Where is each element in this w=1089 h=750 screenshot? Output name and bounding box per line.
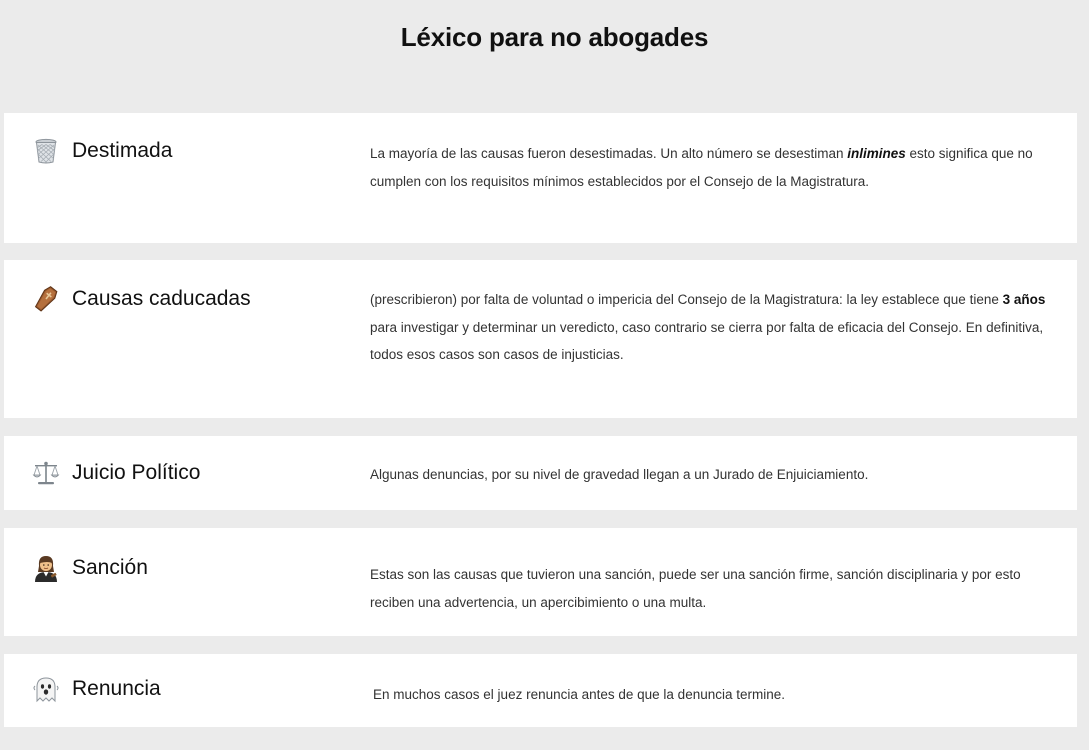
wastebasket-icon (32, 137, 60, 165)
description-text: La mayoría de las causas fueron desestim… (370, 146, 848, 161)
term-description: Algunas denuncias, por su nivel de grave… (370, 461, 1050, 489)
emphasized-term: 3 años (1002, 292, 1046, 307)
description-text: Estas son las causas que tuvieron una sa… (370, 567, 1021, 610)
term-heading: Sanción (32, 554, 148, 582)
term-heading: Destimada (32, 137, 172, 165)
description-text: (prescribieron) por falta de voluntad o … (370, 292, 1003, 307)
ghost-icon (32, 675, 60, 703)
description-text: Algunas denuncias, por su nivel de grave… (370, 467, 869, 482)
term-description: Estas son las causas que tuvieron una sa… (370, 561, 1050, 616)
page-title: Léxico para no abogades (400, 22, 709, 52)
term-heading: Juicio Político (32, 459, 200, 487)
term-heading: Renuncia (32, 675, 161, 703)
term-description: La mayoría de las causas fueron desestim… (370, 140, 1050, 195)
coffin-icon (32, 285, 60, 313)
term-heading: Causas caducadas (32, 285, 251, 313)
term-label: Destimada (72, 139, 173, 162)
description-text: En muchos casos el juez renuncia antes d… (373, 687, 786, 702)
balance-scale-icon (32, 459, 60, 487)
term-label: Renuncia (72, 677, 161, 700)
term-card-destimada: Destimada La mayoría de las causas fuero… (4, 113, 1077, 243)
term-description: En muchos casos el juez renuncia antes d… (373, 681, 1053, 709)
term-label: Juicio Político (72, 461, 201, 484)
term-card-juicio-politico: Juicio Político Algunas denuncias, por s… (4, 436, 1077, 510)
term-description: (prescribieron) por falta de voluntad o … (370, 286, 1050, 369)
term-label: Causas caducadas (72, 287, 251, 310)
judge-icon (32, 554, 60, 582)
description-text: para investigar y determinar un veredict… (370, 319, 1044, 363)
term-card-renuncia: Renuncia En muchos casos el juez renunci… (4, 654, 1077, 727)
term-card-sancion: Sanción Estas son las causas que tuviero… (4, 528, 1077, 636)
term-label: Sanción (72, 556, 148, 579)
emphasized-term: inlimines (847, 146, 906, 161)
term-card-causas-caducadas: Causas caducadas (prescribieron) por fal… (4, 260, 1077, 418)
